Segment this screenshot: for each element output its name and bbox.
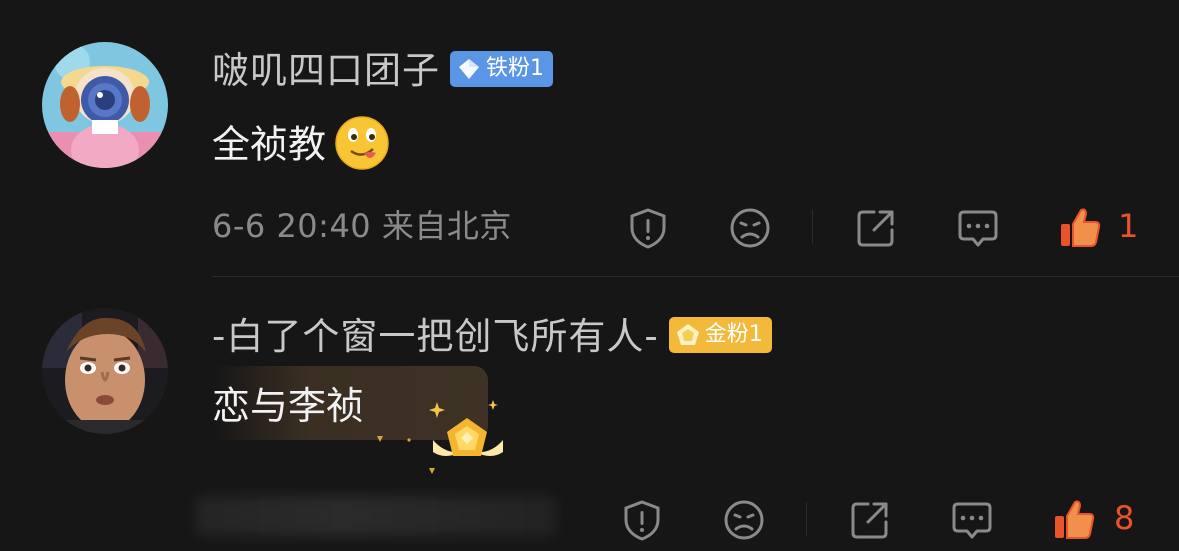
action-separator — [812, 210, 813, 244]
username-text[interactable]: 啵叽四口团子 — [212, 49, 440, 92]
comment-item: -白了个窗一把创飞所有人- 金粉1 恋与李祯 8 — [0, 278, 1179, 551]
badge-label: 金粉1 — [704, 321, 763, 347]
action-bar: 8 — [0, 492, 1179, 544]
comment-divider — [212, 276, 1179, 277]
fan-badge[interactable]: 金粉1 — [668, 316, 772, 353]
diamond-icon — [459, 58, 479, 79]
pentagon-gem-icon — [676, 323, 699, 345]
comment-content: 全祯教 — [212, 122, 327, 167]
like-count: 1 — [1118, 207, 1139, 245]
share-icon[interactable] — [848, 498, 892, 542]
reply-icon[interactable] — [956, 206, 1000, 250]
like-icon[interactable] — [1058, 206, 1102, 250]
comment-item: 啵叽四口团子 铁粉1 全祯教 6-6 20:40 来自北京 1 — [0, 0, 1179, 278]
avatar[interactable] — [42, 42, 168, 168]
report-icon[interactable] — [620, 498, 664, 542]
like-count: 8 — [1114, 499, 1135, 537]
share-icon[interactable] — [854, 206, 898, 250]
avatar[interactable] — [42, 308, 168, 434]
action-separator — [806, 502, 807, 536]
comment-text[interactable]: 全祯教 — [212, 116, 390, 175]
username[interactable]: 啵叽四口团子 铁粉1 — [212, 49, 553, 93]
badge-label: 铁粉1 — [486, 55, 544, 81]
report-icon[interactable] — [626, 206, 670, 250]
like-icon[interactable] — [1052, 498, 1096, 542]
dislike-face-icon[interactable] — [722, 498, 766, 542]
comment-text[interactable]: 恋与李祯 — [212, 382, 364, 430]
dislike-face-icon[interactable] — [728, 206, 772, 250]
reply-icon[interactable] — [950, 498, 994, 542]
username[interactable]: -白了个窗一把创飞所有人- 金粉1 — [212, 315, 772, 359]
fan-badge[interactable]: 铁粉1 — [450, 50, 553, 87]
gold-badge-decoration-icon — [377, 400, 503, 474]
comment-content: 恋与李祯 — [212, 384, 365, 428]
username-text[interactable]: -白了个窗一把创飞所有人- — [212, 315, 659, 358]
action-bar: 1 — [0, 200, 1179, 252]
yum-face-emoji — [335, 116, 389, 170]
